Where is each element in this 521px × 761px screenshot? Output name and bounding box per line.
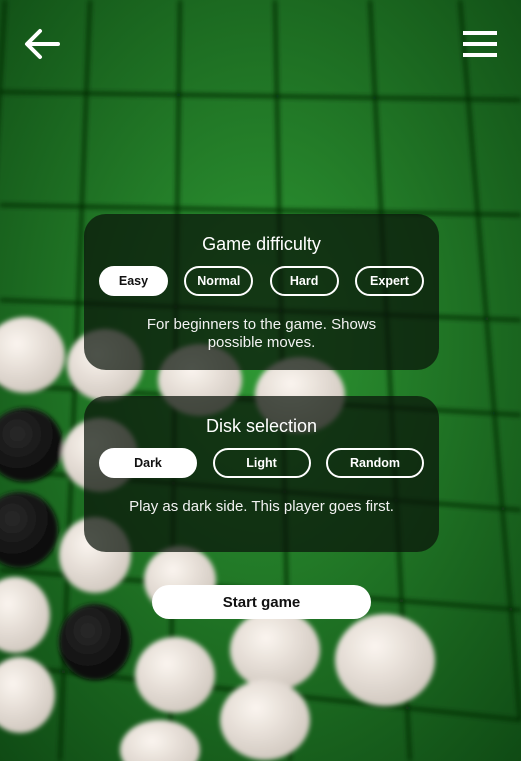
disk-description: Play as dark side. This player goes firs…: [129, 498, 394, 515]
difficulty-options: Easy Normal Hard Expert: [99, 266, 424, 296]
start-game-button[interactable]: Start game: [152, 585, 371, 619]
difficulty-hard-button[interactable]: Hard: [269, 266, 339, 296]
hamburger-menu-icon: [463, 31, 497, 57]
disk-dark-button[interactable]: Dark: [99, 448, 197, 478]
difficulty-panel: Game difficulty Easy Normal Hard Expert …: [84, 214, 439, 370]
disk-random-button[interactable]: Random: [326, 448, 424, 478]
arrow-left-icon: [25, 29, 60, 59]
difficulty-easy-button[interactable]: Easy: [99, 266, 168, 296]
disk-selection-panel: Disk selection Dark Light Random Play as…: [84, 396, 439, 552]
disk-selection-title: Disk selection: [205, 416, 318, 436]
menu-button[interactable]: [461, 22, 501, 66]
disk-options: Dark Light Random: [99, 448, 424, 478]
disk-light-button[interactable]: Light: [212, 448, 311, 478]
game-board-background: [0, 0, 521, 761]
back-button[interactable]: [20, 22, 64, 66]
difficulty-description: For beginners to the game. Shows possibl…: [146, 316, 377, 351]
difficulty-normal-button[interactable]: Normal: [184, 266, 254, 296]
difficulty-title: Game difficulty: [202, 234, 321, 254]
difficulty-expert-button[interactable]: Expert: [354, 266, 424, 296]
